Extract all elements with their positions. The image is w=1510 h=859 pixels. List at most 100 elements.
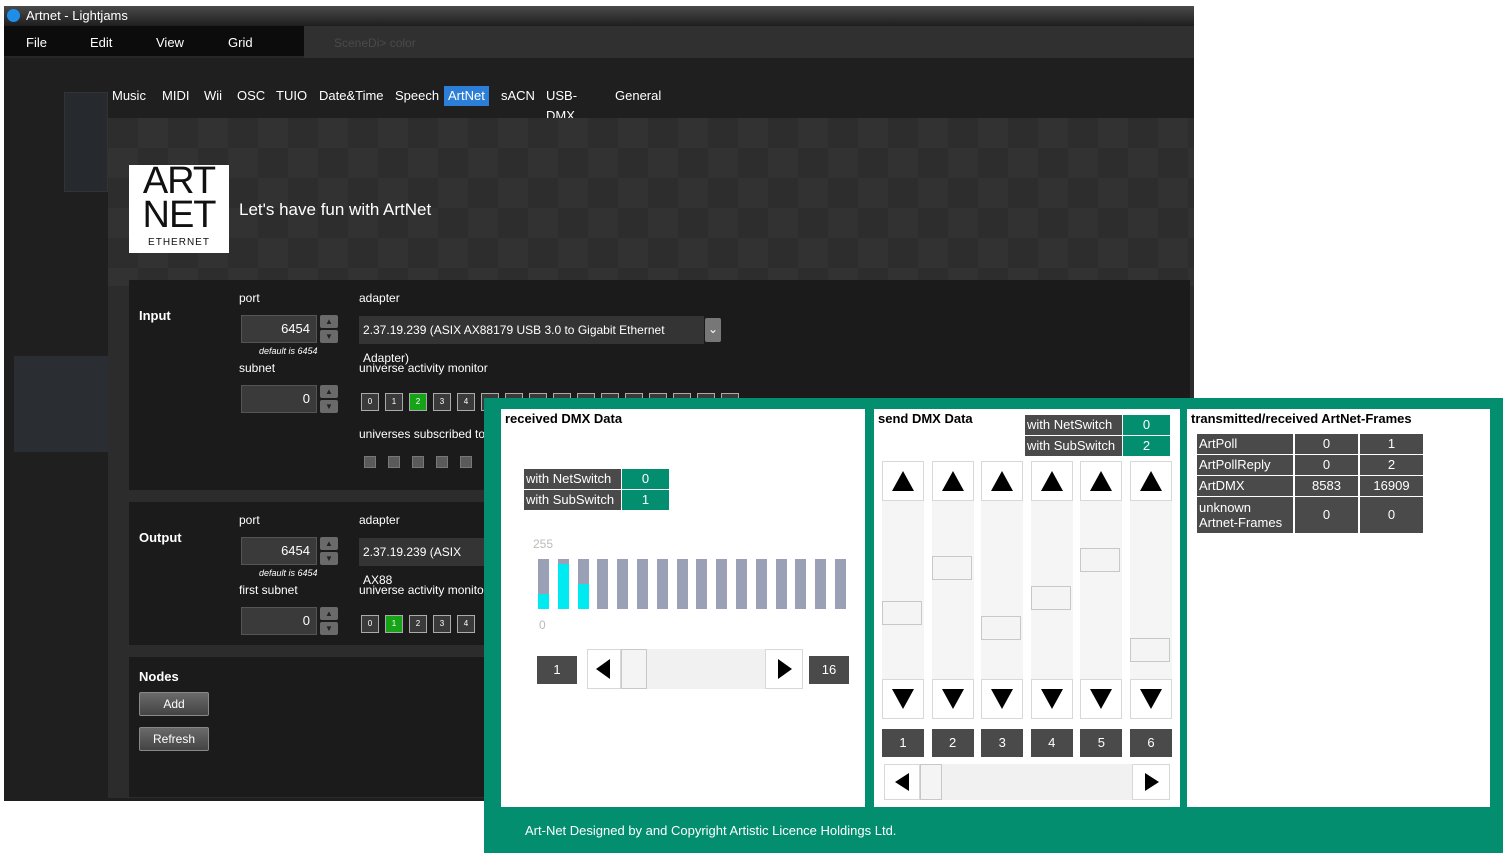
send-dmx-title: send DMX Data: [878, 411, 973, 426]
spin-up-icon[interactable]: ▲: [320, 607, 338, 620]
menu-view[interactable]: View: [156, 26, 184, 60]
send-scroll-thumb[interactable]: [920, 764, 942, 800]
input-subnet-spinner[interactable]: ▲ ▼: [320, 385, 338, 413]
arrow-down-icon[interactable]: [882, 679, 924, 719]
toolbar-strip: [304, 26, 1194, 58]
dmx-channel-bar: [795, 559, 807, 609]
frame-tx: 0: [1295, 497, 1358, 533]
universe-indicator: 0: [361, 615, 379, 633]
scroll-right-icon[interactable]: [765, 649, 803, 689]
chevron-down-icon[interactable]: ⌄: [705, 318, 721, 342]
scroll-left-icon[interactable]: [884, 764, 920, 800]
received-scroll-thumb[interactable]: [621, 649, 647, 689]
menu-edit[interactable]: Edit: [90, 26, 112, 60]
tab-speech[interactable]: Speech: [391, 86, 443, 106]
universe-indicator: 0: [361, 393, 379, 411]
add-node-button[interactable]: Add: [139, 692, 209, 716]
input-activity-label: universe activity monitor: [359, 361, 488, 375]
dmx-channel-bar: [676, 559, 688, 609]
input-subnet-field[interactable]: 0: [241, 385, 317, 413]
arrow-up-icon[interactable]: [981, 461, 1024, 501]
received-page-start[interactable]: 1: [537, 656, 577, 684]
dmx-slider-thumb[interactable]: [931, 555, 972, 580]
arrow-up-icon[interactable]: [1130, 461, 1172, 501]
input-port-spinner[interactable]: ▲ ▼: [320, 315, 338, 343]
universe-indicator: 2: [409, 615, 427, 633]
frame-name: ArtPoll: [1197, 434, 1293, 454]
spin-up-icon[interactable]: ▲: [320, 385, 338, 398]
output-port-hint: default is 6454: [259, 568, 318, 578]
spin-down-icon[interactable]: ▼: [320, 330, 338, 343]
dmx-slider-thumb[interactable]: [1130, 638, 1170, 662]
arrow-down-icon[interactable]: [981, 679, 1024, 719]
universe-indicator: 3: [433, 393, 451, 411]
arrow-up-icon[interactable]: [882, 461, 924, 501]
tab-midi[interactable]: MIDI: [158, 86, 193, 106]
scroll-left-icon[interactable]: [587, 649, 621, 689]
output-activity-label: universe activity monito: [359, 583, 484, 597]
arrow-down-icon[interactable]: [1130, 679, 1172, 719]
dmx-slider-thumb[interactable]: [1030, 585, 1071, 610]
app-icon: [7, 9, 20, 22]
output-subnet-field[interactable]: 0: [241, 607, 317, 635]
arrow-up-icon[interactable]: [1080, 461, 1123, 501]
input-port-field[interactable]: 6454: [241, 315, 317, 343]
tab-wii[interactable]: Wii: [200, 86, 226, 106]
dmx-slider-thumb[interactable]: [981, 615, 1022, 640]
frame-tx: 0: [1295, 434, 1358, 454]
menu-file[interactable]: File: [26, 26, 47, 60]
nodes-label: Nodes: [139, 669, 179, 684]
refresh-nodes-button[interactable]: Refresh: [139, 727, 209, 751]
scroll-right-icon[interactable]: [1132, 764, 1170, 800]
input-label: Input: [139, 308, 171, 323]
send-subswitch-label: with SubSwitch: [1025, 436, 1122, 456]
output-subnet-spinner[interactable]: ▲ ▼: [320, 607, 338, 635]
received-dmx-title: received DMX Data: [505, 411, 623, 426]
menu-bar: File Edit View Grid: [4, 26, 304, 56]
dmx-max-label: 255: [533, 537, 554, 551]
frame-rx: 0: [1360, 497, 1423, 533]
tab-artnet[interactable]: ArtNet: [444, 86, 489, 106]
arrow-down-icon[interactable]: [1030, 679, 1073, 719]
received-page-end[interactable]: 16: [809, 656, 849, 684]
input-adapter-select[interactable]: 2.37.19.239 (ASIX AX88179 USB 3.0 to Gig…: [359, 316, 704, 365]
tab-sacn[interactable]: sACN: [497, 86, 539, 106]
frame-tx: 0: [1295, 455, 1358, 475]
dmx-slider-thumb[interactable]: [1080, 548, 1121, 572]
universe-indicator: 1: [385, 615, 403, 633]
spin-up-icon[interactable]: ▲: [320, 537, 338, 550]
tab-usb-dmx[interactable]: USB-DMX: [542, 86, 581, 123]
tab-datetime[interactable]: Date&Time: [315, 86, 388, 106]
spin-down-icon[interactable]: ▼: [320, 622, 338, 635]
send-scrollbar[interactable]: [884, 764, 1170, 800]
dmx-slider-thumb[interactable]: [882, 600, 922, 625]
subscribed-indicator: [412, 456, 424, 468]
spin-up-icon[interactable]: ▲: [320, 315, 338, 328]
received-scrollbar[interactable]: [587, 649, 803, 689]
send-subswitch-value: 2: [1123, 436, 1170, 456]
tab-music[interactable]: Music: [108, 86, 150, 106]
dmx-channel-bar: [696, 559, 708, 609]
output-port-spinner[interactable]: ▲ ▼: [320, 537, 338, 565]
dmx-monitor-window: received DMX Data with NetSwitch 0 with …: [484, 398, 1503, 853]
dmx-channel-level: [577, 584, 589, 609]
input-adapter-label: adapter: [359, 291, 400, 305]
output-adapter-label: adapter: [359, 513, 400, 527]
output-adapter-select[interactable]: 2.37.19.239 (ASIX AX88: [359, 538, 489, 587]
tab-osc[interactable]: OSC: [233, 86, 269, 106]
dmx-channel-label: 3: [981, 729, 1024, 757]
send-netswitch-label: with NetSwitch: [1025, 415, 1122, 435]
dmx-channel-bar: [637, 559, 648, 609]
tab-tuio[interactable]: TUIO: [272, 86, 311, 106]
arrow-down-icon[interactable]: [931, 679, 974, 719]
arrow-up-icon[interactable]: [931, 461, 974, 501]
arrow-up-icon[interactable]: [1030, 461, 1073, 501]
menu-grid[interactable]: Grid: [228, 26, 253, 60]
tab-general[interactable]: General: [611, 86, 665, 106]
arrow-down-icon[interactable]: [1080, 679, 1123, 719]
spin-down-icon[interactable]: ▼: [320, 400, 338, 413]
input-port-label: port: [239, 291, 260, 305]
spin-down-icon[interactable]: ▼: [320, 552, 338, 565]
output-port-field[interactable]: 6454: [241, 537, 317, 565]
dmx-channel-label: 4: [1030, 729, 1073, 757]
